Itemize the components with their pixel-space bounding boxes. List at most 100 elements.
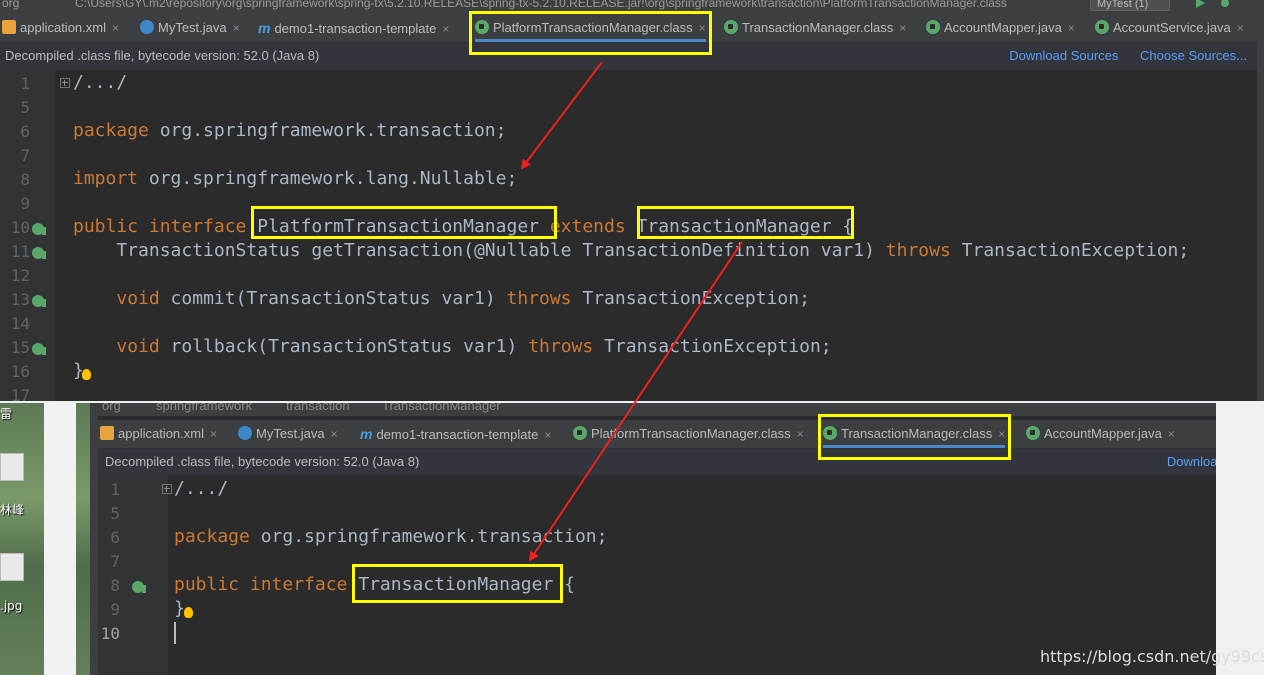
close-icon[interactable]: × bbox=[1068, 21, 1075, 35]
watermark: https://blog.csdn.net/gy99csdn bbox=[1040, 647, 1264, 666]
desktop-window-edge bbox=[44, 403, 76, 675]
line-number: 13 bbox=[10, 290, 30, 309]
line-number: 5 bbox=[110, 504, 120, 523]
tab-demo1-transaction-template[interactable]: m demo1-transaction-template × bbox=[258, 14, 449, 42]
desktop-file-icon[interactable] bbox=[0, 553, 24, 581]
window-title-bar: org C:\Users\GY\.m2\repository\org\sprin… bbox=[0, 0, 1264, 14]
line-number: 8 bbox=[20, 170, 30, 189]
implemented-marker-icon[interactable] bbox=[132, 581, 146, 593]
code-line: /.../ bbox=[174, 478, 229, 499]
close-icon[interactable]: × bbox=[899, 21, 906, 35]
implemented-marker-icon[interactable] bbox=[32, 223, 46, 235]
lightbulb-icon[interactable] bbox=[184, 607, 193, 618]
tab-transaction-manager[interactable]: TransactionManager.class × bbox=[724, 14, 906, 42]
code-line: package org.springframework.transaction; bbox=[73, 120, 507, 141]
compiled-interface-icon bbox=[573, 426, 587, 440]
close-icon[interactable]: × bbox=[112, 21, 119, 35]
download-sources-link[interactable]: Download Sources bbox=[1167, 454, 1216, 469]
tab-application-xml[interactable]: application.xml × bbox=[100, 420, 217, 448]
tab-mytest-java[interactable]: MyTest.java × bbox=[238, 420, 338, 448]
compiled-interface-icon bbox=[475, 20, 489, 34]
interface-icon bbox=[926, 20, 940, 34]
desktop-file-icon[interactable] bbox=[0, 453, 24, 481]
code-line: void rollback(TransactionStatus var1) th… bbox=[116, 336, 832, 357]
compiled-interface-icon bbox=[724, 20, 738, 34]
file-path: C:\Users\GY\.m2\repository\org\springfra… bbox=[75, 0, 1007, 10]
run-icon[interactable] bbox=[1195, 0, 1205, 8]
code-line: package org.springframework.transaction; bbox=[174, 526, 608, 547]
top-editor-window: application.xml × MyTest.java × m demo1-tra… bbox=[0, 14, 1257, 405]
decompiled-info-bar: Decompiled .class file, bytecode version… bbox=[0, 43, 1257, 70]
xml-file-icon bbox=[2, 20, 16, 34]
close-icon[interactable]: × bbox=[1168, 427, 1175, 441]
line-number: 11 bbox=[10, 242, 30, 261]
line-number: 7 bbox=[110, 552, 120, 571]
download-sources-link[interactable]: Download Sources bbox=[1009, 48, 1118, 63]
line-number: 10 bbox=[10, 218, 30, 237]
tab-account-service[interactable]: AccountService.java × bbox=[1095, 14, 1244, 42]
tab-demo1-transaction-template[interactable]: m demo1-transaction-template × bbox=[360, 420, 551, 448]
line-number: 9 bbox=[110, 600, 120, 619]
tab-platform-transaction-manager[interactable]: PlatformTransactionManager.class × bbox=[475, 14, 706, 42]
tab-transaction-manager[interactable]: TransactionManager.class × bbox=[823, 420, 1006, 448]
close-icon[interactable]: × bbox=[233, 21, 240, 35]
desktop-label: .jpg bbox=[0, 599, 23, 613]
tab-application-xml[interactable]: application.xml × bbox=[2, 14, 119, 42]
close-icon[interactable]: × bbox=[210, 427, 217, 441]
tab-account-mapper[interactable]: AccountMapper.java × bbox=[1026, 420, 1175, 448]
close-icon[interactable]: × bbox=[544, 428, 551, 442]
fold-expand-icon[interactable] bbox=[162, 484, 172, 494]
interface-icon bbox=[1026, 426, 1040, 440]
run-configuration-select[interactable]: MyTest (1) bbox=[1090, 0, 1170, 11]
close-icon[interactable]: × bbox=[699, 21, 706, 35]
decompiled-notice: Decompiled .class file, bytecode version… bbox=[5, 48, 320, 63]
implemented-marker-icon[interactable] bbox=[32, 295, 46, 307]
implemented-marker-icon[interactable] bbox=[32, 343, 46, 355]
tab-mytest-java[interactable]: MyTest.java × bbox=[140, 14, 240, 42]
code-line: void commit(TransactionStatus var1) thro… bbox=[116, 288, 810, 309]
compiled-interface-icon bbox=[823, 426, 837, 440]
desktop-background-right bbox=[1216, 403, 1264, 675]
implemented-marker-icon[interactable] bbox=[32, 247, 46, 259]
line-number: 14 bbox=[10, 314, 30, 333]
tab-account-mapper[interactable]: AccountMapper.java × bbox=[926, 14, 1075, 42]
line-number: 8 bbox=[110, 576, 120, 595]
code-line: public interface PlatformTransactionMana… bbox=[73, 216, 854, 237]
bottom-editor-window: org springframework transaction Transact… bbox=[90, 403, 1216, 675]
line-number: 6 bbox=[110, 528, 120, 547]
maven-module-icon: m bbox=[258, 20, 271, 36]
breadcrumb-root: org bbox=[2, 0, 20, 10]
line-number: 10 bbox=[100, 624, 120, 643]
code-editor[interactable]: 1 /.../ 5 6 package org.springframework.… bbox=[0, 70, 1257, 405]
code-line: /.../ bbox=[73, 72, 128, 93]
choose-sources-link[interactable]: Choose Sources... bbox=[1140, 48, 1247, 63]
left-tool-strip bbox=[90, 416, 98, 675]
lightbulb-icon[interactable] bbox=[82, 369, 91, 380]
editor-tab-bar: application.xml × MyTest.java × m demo1-tra… bbox=[98, 420, 1216, 449]
close-icon[interactable]: × bbox=[442, 22, 449, 36]
line-number: 9 bbox=[20, 194, 30, 213]
close-icon[interactable]: × bbox=[331, 427, 338, 441]
line-number: 7 bbox=[20, 146, 30, 165]
java-class-icon bbox=[238, 426, 252, 440]
desktop-label: 林峰 bbox=[0, 503, 25, 517]
text-cursor bbox=[174, 622, 176, 644]
close-icon[interactable]: × bbox=[797, 427, 804, 441]
line-number: 16 bbox=[10, 362, 30, 381]
close-icon[interactable]: × bbox=[998, 427, 1005, 441]
fold-expand-icon[interactable] bbox=[60, 78, 70, 88]
line-number: 6 bbox=[20, 122, 30, 141]
code-line: } bbox=[174, 598, 185, 619]
code-line: public interface TransactionManager { bbox=[174, 574, 575, 595]
line-number: 12 bbox=[10, 266, 30, 285]
breadcrumb: org springframework transaction Transact… bbox=[90, 403, 1216, 416]
desktop-label: 雷 bbox=[0, 407, 13, 421]
decompiled-info-bar: Decompiled .class file, bytecode version… bbox=[98, 449, 1216, 476]
decompiled-notice: Decompiled .class file, bytecode version… bbox=[105, 454, 420, 469]
close-icon[interactable]: × bbox=[1237, 21, 1244, 35]
line-number: 1 bbox=[110, 480, 120, 499]
code-editor[interactable]: 1 /.../ 5 6 package org.springframework.… bbox=[98, 476, 1216, 675]
debug-icon[interactable] bbox=[1220, 0, 1230, 8]
line-number: 1 bbox=[20, 74, 30, 93]
tab-platform-transaction-manager[interactable]: PlatformTransactionManager.class × bbox=[573, 420, 804, 448]
